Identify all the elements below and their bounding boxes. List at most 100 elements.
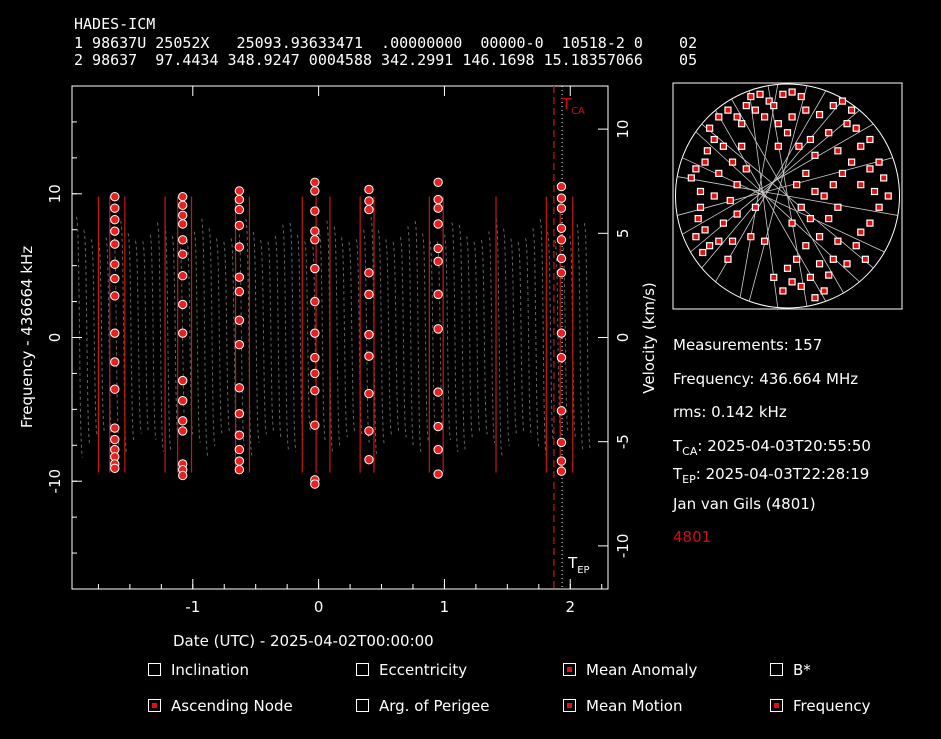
sky-point (747, 233, 755, 241)
sky-point (710, 135, 718, 144)
sky-point (742, 165, 750, 173)
sky-point (857, 181, 865, 189)
option-ascending-node[interactable]: Ascending Node (148, 697, 293, 715)
sky-point (733, 181, 741, 189)
sky-point (866, 219, 874, 227)
sky-point (829, 181, 837, 189)
mean-anomaly-checkbox[interactable] (563, 663, 576, 676)
sky-point (788, 113, 796, 121)
sky-point (715, 169, 723, 177)
bstar-checkbox[interactable] (770, 663, 783, 676)
sky-point (861, 255, 869, 263)
frequency-checkbox[interactable] (770, 699, 783, 712)
option-mean-anomaly[interactable]: Mean Anomaly (563, 661, 697, 679)
sky-point (838, 97, 847, 105)
sky-point (843, 120, 851, 128)
sky-point (783, 129, 792, 137)
sky-point (779, 90, 787, 98)
sky-point (788, 88, 796, 96)
sky-point (829, 101, 837, 110)
sky-point (802, 106, 810, 114)
sky-point (728, 158, 737, 166)
sky-point (756, 90, 764, 98)
option-bstar[interactable]: B* (770, 661, 811, 679)
arg-perigee-checkbox[interactable] (356, 699, 369, 712)
sky-point (751, 106, 760, 114)
ascending-node-checkbox[interactable] (148, 699, 161, 712)
sky-point (802, 242, 810, 250)
sky-point (706, 242, 714, 250)
sky-point (797, 282, 805, 290)
sky-point (774, 142, 782, 150)
sky-point (852, 124, 860, 132)
sky-point (806, 273, 815, 281)
sky-point (834, 147, 842, 155)
sky-point (838, 169, 847, 177)
sky-point (701, 158, 709, 166)
frequency-value: Frequency: 436.664 MHz (673, 370, 859, 388)
sky-point (880, 174, 888, 182)
sky-point (770, 273, 778, 281)
sky-point (875, 158, 883, 166)
sky-point (815, 260, 824, 268)
sky-point (857, 142, 865, 150)
sky-point (692, 233, 700, 241)
option-inclination[interactable]: Inclination (148, 661, 249, 679)
sky-point (843, 260, 851, 268)
sky-point (715, 113, 723, 121)
sky-point (719, 219, 727, 227)
sky-point (793, 255, 801, 263)
sky-point (692, 165, 700, 173)
sky-point (751, 203, 760, 211)
sky-point (719, 142, 727, 150)
sky-point (834, 237, 842, 245)
sky-point (852, 242, 860, 250)
sky-point (760, 237, 769, 245)
sky-point (788, 278, 796, 286)
sky-point (779, 287, 787, 295)
sky-point (857, 228, 865, 236)
sky-point (699, 248, 707, 257)
sky-point (884, 192, 892, 200)
sky-point (793, 181, 801, 189)
option-eccentricity[interactable]: Eccentricity (356, 661, 467, 679)
tep-value: TEP: 2025-04-03T22:28:19 (673, 465, 870, 486)
sky-point (797, 203, 805, 211)
sky-point (811, 151, 819, 159)
sky-point (802, 169, 810, 177)
sky-point (715, 237, 723, 245)
inclination-checkbox[interactable] (148, 663, 161, 676)
sky-point (733, 210, 741, 218)
site-id: 4801 (673, 528, 712, 546)
sky-point (870, 187, 879, 196)
sky-point (701, 226, 709, 234)
sky-point (848, 158, 856, 166)
sky-point (866, 165, 874, 173)
observer-name: Jan van Gils (4801) (673, 495, 816, 513)
sky-point (875, 203, 883, 211)
sky-point (742, 101, 750, 110)
sky-point (811, 294, 819, 302)
sky-point (703, 147, 711, 155)
sky-point (783, 264, 792, 272)
option-arg-perigee[interactable]: Arg. of Perigee (356, 697, 490, 715)
sky-point (738, 120, 746, 128)
sky-point (834, 203, 842, 211)
sky-point (820, 192, 828, 200)
mean-motion-checkbox[interactable] (563, 699, 576, 712)
sky-point (726, 196, 734, 205)
sky-point (724, 255, 732, 263)
option-mean-motion[interactable]: Mean Motion (563, 697, 683, 715)
sky-point (733, 113, 741, 121)
sky-point (806, 135, 815, 144)
sky-point (687, 174, 695, 182)
sky-point (825, 271, 833, 279)
sky-point (806, 215, 815, 223)
sky-point (829, 255, 837, 263)
sky-point (747, 92, 755, 101)
eccentricity-checkbox[interactable] (356, 663, 369, 676)
sky-point (815, 233, 824, 241)
sky-point (760, 113, 769, 121)
sky-point (710, 192, 718, 200)
option-frequency[interactable]: Frequency (770, 697, 871, 715)
